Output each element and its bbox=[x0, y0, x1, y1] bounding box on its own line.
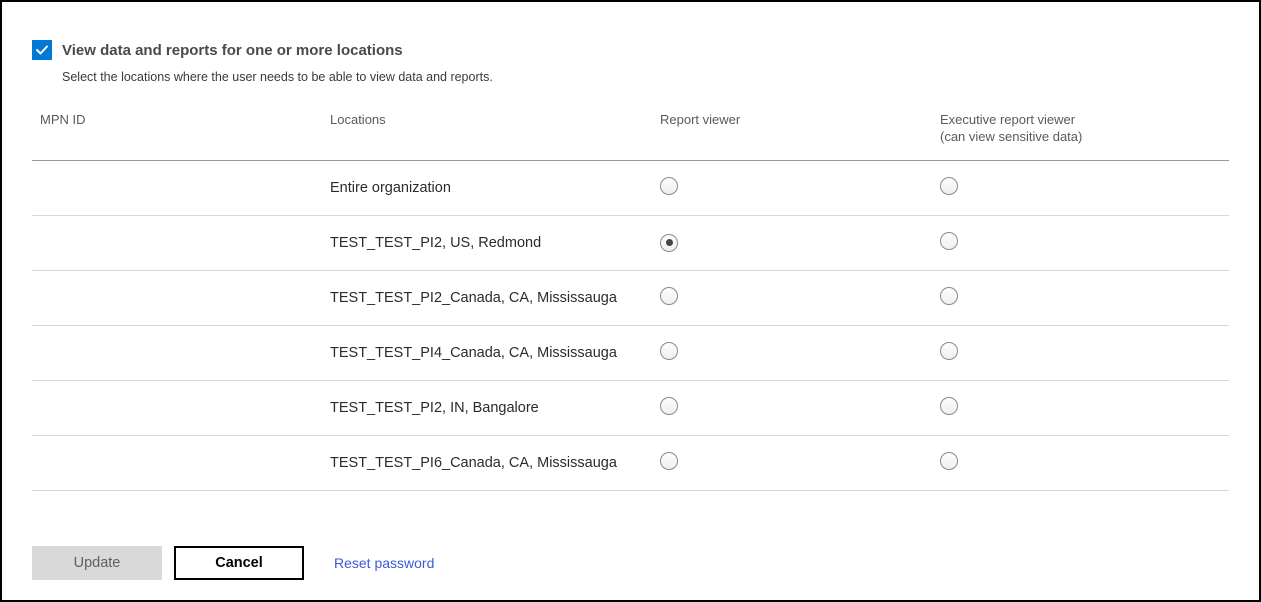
cell-mpn bbox=[32, 215, 322, 270]
cell-report-viewer bbox=[652, 160, 932, 215]
cell-mpn bbox=[32, 160, 322, 215]
col-header-exec-viewer: Executive report viewer (can view sensit… bbox=[932, 102, 1229, 160]
report-viewer-radio[interactable] bbox=[660, 234, 678, 252]
locations-table-wrap: MPN ID Locations Report viewer Executive… bbox=[32, 102, 1229, 491]
locations-table: MPN ID Locations Report viewer Executive… bbox=[32, 102, 1229, 491]
cell-report-viewer bbox=[652, 380, 932, 435]
col-header-report-viewer: Report viewer bbox=[652, 102, 932, 160]
permissions-panel: View data and reports for one or more lo… bbox=[0, 0, 1261, 602]
cancel-button[interactable]: Cancel bbox=[174, 546, 304, 580]
report-viewer-radio[interactable] bbox=[660, 452, 678, 470]
header-row: View data and reports for one or more lo… bbox=[32, 40, 1229, 60]
cell-location: Entire organization bbox=[322, 160, 652, 215]
exec-viewer-radio[interactable] bbox=[940, 397, 958, 415]
report-viewer-radio[interactable] bbox=[660, 287, 678, 305]
table-row: TEST_TEST_PI2, US, Redmond bbox=[32, 215, 1229, 270]
cell-exec-viewer bbox=[932, 435, 1229, 490]
cell-exec-viewer bbox=[932, 380, 1229, 435]
table-header-row: MPN ID Locations Report viewer Executive… bbox=[32, 102, 1229, 160]
report-viewer-radio[interactable] bbox=[660, 177, 678, 195]
cell-exec-viewer bbox=[932, 325, 1229, 380]
footer-actions: Update Cancel Reset password bbox=[32, 546, 434, 580]
col-header-exec-line1: Executive report viewer bbox=[940, 112, 1221, 129]
cell-location: TEST_TEST_PI2_Canada, CA, Mississauga bbox=[322, 270, 652, 325]
exec-viewer-radio[interactable] bbox=[940, 232, 958, 250]
checkmark-icon bbox=[35, 43, 49, 57]
report-viewer-radio[interactable] bbox=[660, 342, 678, 360]
cell-mpn bbox=[32, 435, 322, 490]
table-row: TEST_TEST_PI2_Canada, CA, Mississauga bbox=[32, 270, 1229, 325]
cell-exec-viewer bbox=[932, 215, 1229, 270]
exec-viewer-radio[interactable] bbox=[940, 287, 958, 305]
cell-exec-viewer bbox=[932, 160, 1229, 215]
cell-location: TEST_TEST_PI4_Canada, CA, Mississauga bbox=[322, 325, 652, 380]
section-title: View data and reports for one or more lo… bbox=[62, 42, 403, 59]
table-row: TEST_TEST_PI6_Canada, CA, Mississauga bbox=[32, 435, 1229, 490]
section-subtext: Select the locations where the user need… bbox=[62, 70, 1229, 84]
cell-location: TEST_TEST_PI2, IN, Bangalore bbox=[322, 380, 652, 435]
cell-report-viewer bbox=[652, 215, 932, 270]
report-viewer-radio[interactable] bbox=[660, 397, 678, 415]
reset-password-link[interactable]: Reset password bbox=[334, 555, 434, 571]
view-data-checkbox[interactable] bbox=[32, 40, 52, 60]
exec-viewer-radio[interactable] bbox=[940, 452, 958, 470]
col-header-locations: Locations bbox=[322, 102, 652, 160]
table-row: TEST_TEST_PI2, IN, Bangalore bbox=[32, 380, 1229, 435]
cell-report-viewer bbox=[652, 325, 932, 380]
table-body: Entire organizationTEST_TEST_PI2, US, Re… bbox=[32, 160, 1229, 490]
exec-viewer-radio[interactable] bbox=[940, 177, 958, 195]
cell-mpn bbox=[32, 325, 322, 380]
col-header-mpn: MPN ID bbox=[32, 102, 322, 160]
update-button[interactable]: Update bbox=[32, 546, 162, 580]
cell-exec-viewer bbox=[932, 270, 1229, 325]
table-row: Entire organization bbox=[32, 160, 1229, 215]
exec-viewer-radio[interactable] bbox=[940, 342, 958, 360]
cell-mpn bbox=[32, 380, 322, 435]
cell-location: TEST_TEST_PI6_Canada, CA, Mississauga bbox=[322, 435, 652, 490]
cell-report-viewer bbox=[652, 435, 932, 490]
cell-location: TEST_TEST_PI2, US, Redmond bbox=[322, 215, 652, 270]
table-row: TEST_TEST_PI4_Canada, CA, Mississauga bbox=[32, 325, 1229, 380]
col-header-exec-line2: (can view sensitive data) bbox=[940, 129, 1221, 146]
cell-mpn bbox=[32, 270, 322, 325]
cell-report-viewer bbox=[652, 270, 932, 325]
